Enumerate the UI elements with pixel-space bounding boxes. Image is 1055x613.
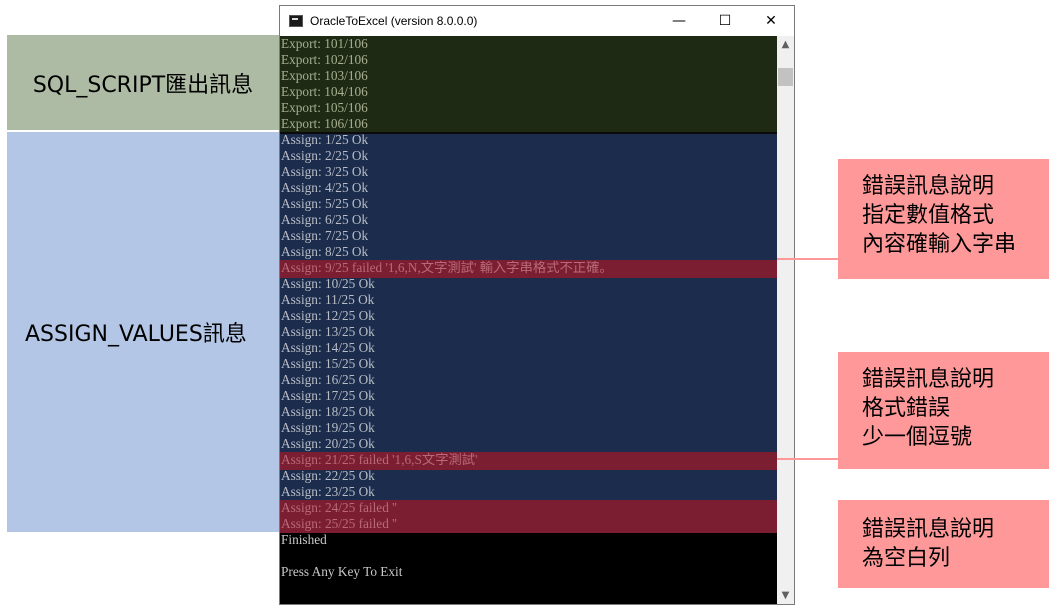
error-callout: 錯誤訊息說明 為空白列 — [838, 500, 1049, 588]
console-output[interactable]: Export: 101/106 Export: 102/106 Export: 10… — [280, 36, 777, 604]
callout-line: 指定數值格式 — [862, 203, 995, 228]
console-line: Assign: 13/25 Ok — [281, 324, 375, 339]
callout-line: 為空白列 — [862, 546, 951, 571]
console-line: Export: 101/106 — [281, 36, 368, 51]
console-line: Assign: 24/25 failed '' — [281, 500, 397, 515]
console-line: Assign: 25/25 failed '' — [281, 516, 397, 531]
console-line: Assign: 9/25 failed '1,6,N,文字測試' 輸入字串格式不… — [281, 260, 613, 275]
callout-line: 內容確輸入字串 — [862, 232, 1017, 257]
console-line: Assign: 4/25 Ok — [281, 180, 369, 195]
callout-line: 錯誤訊息說明 — [862, 517, 995, 542]
scroll-down-icon[interactable]: ▼ — [777, 587, 794, 604]
console-line: Export: 103/106 — [281, 68, 368, 83]
console-line: Assign: 14/25 Ok — [281, 340, 375, 355]
title-bar[interactable]: OracleToExcel (version 8.0.0.0) — ☐ ✕ — [280, 6, 794, 36]
console-line: Assign: 6/25 Ok — [281, 212, 369, 227]
assign-values-label-text: ASSIGN_VALUES訊息 — [25, 322, 247, 347]
sql-script-label-text: SQL_SCRIPT匯出訊息 — [32, 72, 254, 98]
console-window: OracleToExcel (version 8.0.0.0) — ☐ ✕ Ex… — [279, 5, 795, 605]
console-line: Assign: 8/25 Ok — [281, 244, 369, 259]
callout-connector — [777, 458, 838, 460]
console-line: Export: 102/106 — [281, 52, 368, 67]
console-line: Export: 105/106 — [281, 100, 368, 115]
console-line: Assign: 21/25 failed '1,6,S文字測試' — [281, 452, 478, 467]
console-line: Assign: 1/25 Ok — [281, 132, 369, 147]
callout-line: 格式錯誤 — [862, 396, 951, 421]
console-line: Assign: 19/25 Ok — [281, 420, 375, 435]
console-line: Assign: 17/25 Ok — [281, 388, 375, 403]
callout-line: 少一個逗號 — [862, 425, 973, 450]
console-line: Assign: 11/25 Ok — [281, 292, 375, 307]
console-line: Assign: 16/25 Ok — [281, 372, 375, 387]
console-line: Assign: 22/25 Ok — [281, 468, 375, 483]
callout-line: 錯誤訊息說明 — [862, 367, 995, 392]
console-line: Assign: 20/25 Ok — [281, 436, 375, 451]
console-line: Assign: 10/25 Ok — [281, 276, 375, 291]
console-line: Assign: 7/25 Ok — [281, 228, 369, 243]
console-line: Press Any Key To Exit — [281, 564, 403, 579]
console-line: Assign: 15/25 Ok — [281, 356, 375, 371]
console-line: Assign: 18/25 Ok — [281, 404, 375, 419]
maximize-button[interactable]: ☐ — [702, 6, 748, 36]
error-callout: 錯誤訊息說明 指定數值格式 內容確輸入字串 — [838, 159, 1049, 279]
console-line: Export: 104/106 — [281, 84, 368, 99]
minimize-button[interactable]: — — [656, 6, 702, 36]
console-line: Assign: 3/25 Ok — [281, 164, 369, 179]
console-line: Finished — [281, 532, 327, 547]
console-line: Export: 106/106 — [281, 116, 368, 131]
assign-values-label: ASSIGN_VALUES訊息 — [7, 132, 279, 532]
close-button[interactable]: ✕ — [748, 6, 794, 36]
window-title: OracleToExcel (version 8.0.0.0) — [310, 14, 478, 28]
scrollbar-thumb[interactable] — [778, 68, 793, 86]
error-callout: 錯誤訊息說明 格式錯誤 少一個逗號 — [838, 352, 1049, 469]
scroll-up-icon[interactable]: ▲ — [777, 36, 794, 53]
vertical-scrollbar[interactable]: ▲ ▼ — [777, 36, 794, 604]
console-line: Assign: 5/25 Ok — [281, 196, 369, 211]
sql-script-label: SQL_SCRIPT匯出訊息 — [7, 35, 279, 130]
console-line: Assign: 23/25 Ok — [281, 484, 375, 499]
callout-connector — [777, 258, 838, 260]
console-line: Assign: 2/25 Ok — [281, 148, 369, 163]
callout-line: 錯誤訊息說明 — [862, 174, 995, 199]
console-line: Assign: 12/25 Ok — [281, 308, 375, 323]
console-app-icon[interactable] — [289, 15, 303, 27]
